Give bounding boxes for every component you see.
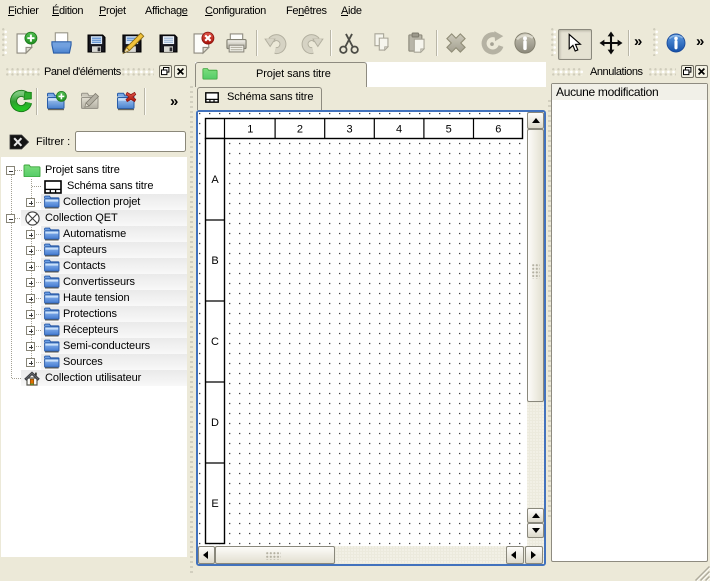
svg-text:A: A bbox=[211, 174, 219, 186]
svg-text:6: 6 bbox=[495, 124, 501, 136]
svg-text:2: 2 bbox=[297, 124, 303, 136]
svg-text:E: E bbox=[211, 498, 218, 510]
svg-text:C: C bbox=[211, 336, 219, 348]
svg-text:D: D bbox=[211, 417, 219, 429]
svg-text:5: 5 bbox=[446, 124, 452, 136]
svg-text:3: 3 bbox=[346, 124, 352, 136]
svg-text:4: 4 bbox=[396, 124, 402, 136]
svg-text:B: B bbox=[211, 255, 218, 267]
svg-text:1: 1 bbox=[247, 124, 253, 136]
